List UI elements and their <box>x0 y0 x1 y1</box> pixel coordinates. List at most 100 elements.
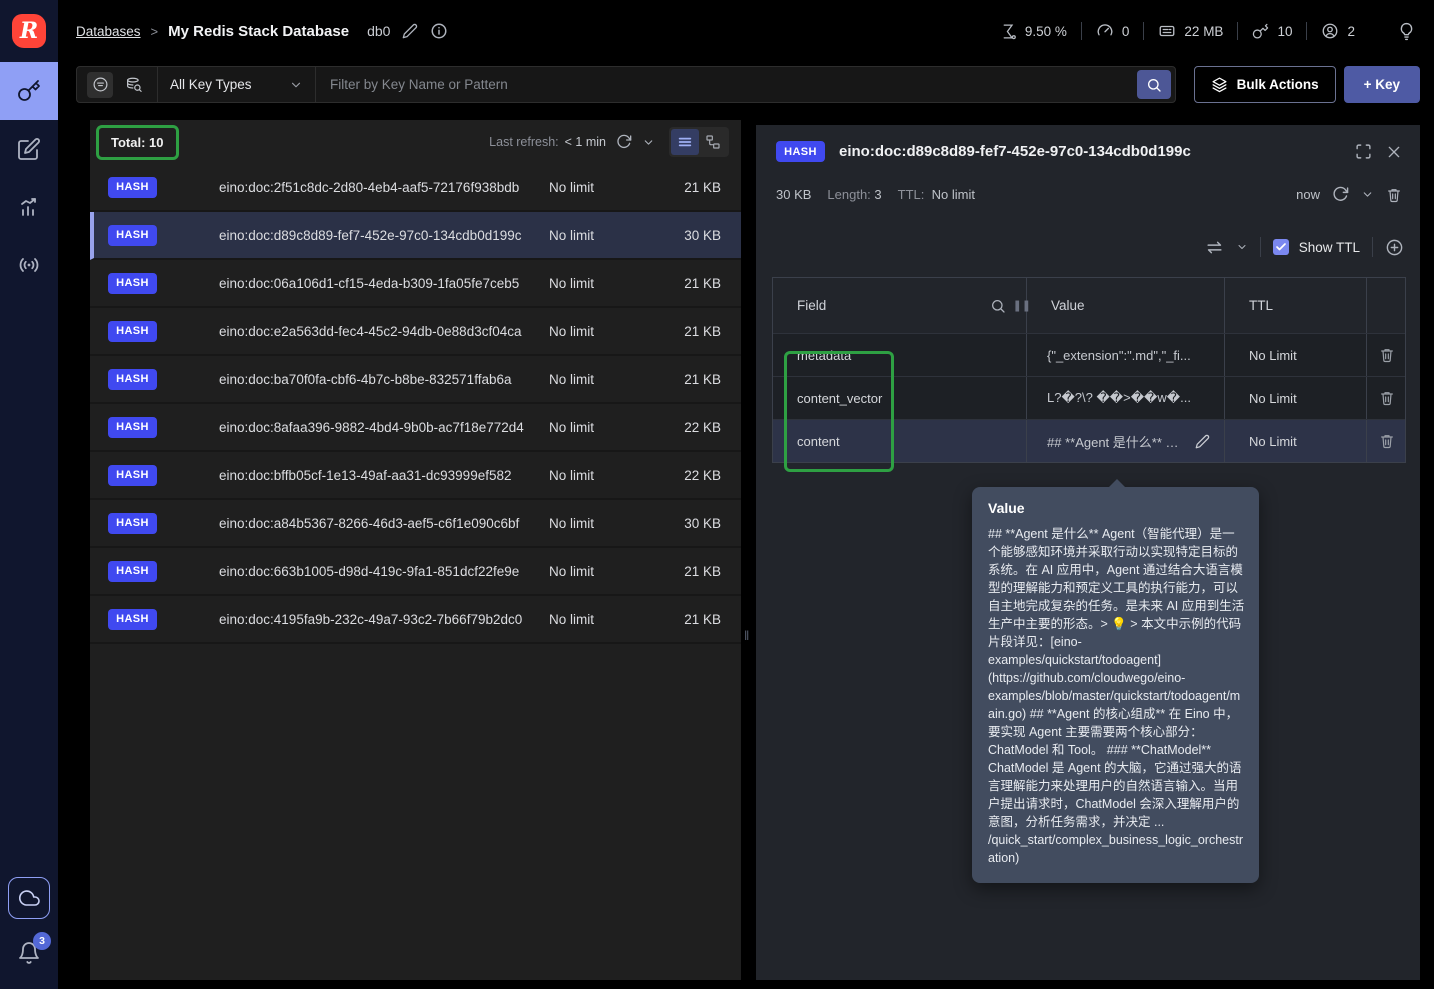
key-search-input[interactable] <box>316 67 1137 102</box>
show-ttl-checkbox[interactable] <box>1272 239 1289 255</box>
refresh-icon <box>1332 186 1349 203</box>
key-type-badge: HASH <box>108 464 157 486</box>
plus-circle-icon <box>1385 238 1404 257</box>
delete-field-button[interactable] <box>1367 420 1407 462</box>
refresh-keys-button[interactable] <box>616 134 632 150</box>
db-stats: 9.50 % 0 22 MB 10 2 <box>1000 22 1416 41</box>
key-ttl: No limit <box>549 467 595 483</box>
trash-icon <box>1379 347 1395 363</box>
key-list-row[interactable]: HASH eino:doc:663b1005-d98d-419c-9fa1-851… <box>90 548 741 596</box>
sidebar-item-analytics[interactable] <box>0 178 58 236</box>
key-list-row[interactable]: HASH eino:doc:e2a563dd-fec4-45c2-94db-0e8… <box>90 308 741 356</box>
key-list-rows: HASH eino:doc:2f51c8dc-2d80-4eb4-aaf5-721… <box>90 164 741 644</box>
edit-square-icon <box>17 137 41 161</box>
edit-value-button[interactable] <box>1195 434 1210 449</box>
apply-search-button[interactable] <box>1136 70 1171 99</box>
close-details-button[interactable] <box>1386 144 1402 160</box>
search-icon <box>1146 77 1162 93</box>
key-ttl: No limit <box>549 515 595 531</box>
key-length: Length: 3 <box>827 187 882 202</box>
refresh-settings-button[interactable] <box>642 136 655 149</box>
top-header: Databases > My Redis Stack Database db0 … <box>58 0 1434 62</box>
sidebar-item-workbench[interactable] <box>0 120 58 178</box>
filter-row: All Key Types Bulk Actions + Key <box>76 66 1420 103</box>
fullscreen-icon <box>1355 143 1372 160</box>
edit-db-alias-button[interactable] <box>402 23 418 39</box>
details-key-name: eino:doc:d89c8d89-fef7-452e-97c0-134cdb0… <box>839 143 1191 160</box>
key-type-select[interactable]: All Key Types <box>158 67 316 102</box>
refresh-icon <box>616 134 632 150</box>
key-size: 21 KB <box>684 611 721 627</box>
formatter-select[interactable] <box>1205 238 1224 257</box>
chevron-down-icon[interactable] <box>1236 241 1248 253</box>
delete-field-button[interactable] <box>1367 377 1407 419</box>
field-value[interactable]: ## **Agent 是什么** A... <box>1027 420 1225 462</box>
field-name: content <box>773 420 1027 462</box>
filter-mode-button[interactable] <box>87 71 113 98</box>
info-icon <box>430 22 448 40</box>
key-name: eino:doc:e2a563dd-fec4-45c2-94db-0e88d3c… <box>219 323 522 339</box>
stat-divider <box>1237 22 1239 40</box>
insights-button[interactable] <box>1397 22 1416 41</box>
key-ttl[interactable]: TTL: No limit <box>898 187 975 202</box>
value-tooltip: Value ## **Agent 是什么** Agent（智能代理）是一个能够感… <box>972 479 1259 883</box>
field-row[interactable]: content ## **Agent 是什么** A... No Limit <box>773 419 1405 462</box>
column-value-label: Value <box>1051 298 1085 313</box>
tree-view-button[interactable] <box>699 129 727 155</box>
key-list-panel: Total: 10 Last refresh: < 1 min HASH ein… <box>90 120 741 980</box>
refresh-key-button[interactable] <box>1332 186 1349 203</box>
auto-refresh-config-button[interactable] <box>1361 188 1374 201</box>
add-key-button[interactable]: + Key <box>1343 66 1420 103</box>
bulk-actions-button[interactable]: Bulk Actions <box>1193 66 1336 103</box>
details-header: HASH eino:doc:d89c8d89-fef7-452e-97c0-13… <box>756 125 1420 162</box>
field-value[interactable]: {"_extension":".md","_fi... <box>1027 334 1225 376</box>
fields-table: Field ❚❚ Value TTL metadata {"_extension"… <box>772 277 1406 463</box>
key-list-row[interactable]: HASH eino:doc:a84b5367-8266-46d3-aef5-c6f… <box>90 500 741 548</box>
key-list-row[interactable]: HASH eino:doc:8afaa396-9882-4bd4-9b0b-ac7… <box>90 404 741 452</box>
key-list-row[interactable]: HASH eino:doc:4195fa9b-232c-49a7-93c2-7b6… <box>90 596 741 644</box>
db-info-button[interactable] <box>430 22 448 40</box>
search-history-button[interactable] <box>121 72 147 98</box>
show-ttl-label[interactable]: Show TTL <box>1299 240 1360 255</box>
key-size: 21 KB <box>684 323 721 339</box>
key-list-row[interactable]: HASH eino:doc:ba70f0fa-cbf6-4b7c-b8be-832… <box>90 356 741 404</box>
key-list-row[interactable]: HASH eino:doc:2f51c8dc-2d80-4eb4-aaf5-721… <box>90 164 741 212</box>
sidebar-item-browser[interactable] <box>0 62 58 120</box>
trash-icon <box>1379 390 1395 406</box>
key-type-badge: HASH <box>108 272 157 294</box>
app-sidebar: R 3 <box>0 0 58 989</box>
redis-logo[interactable]: R <box>0 0 58 62</box>
delete-field-button[interactable] <box>1367 334 1407 376</box>
fullscreen-button[interactable] <box>1355 143 1372 160</box>
cloud-button[interactable] <box>8 877 50 919</box>
column-resize-handle[interactable]: ❚❚ <box>1013 299 1031 312</box>
column-field-label: Field <box>797 298 827 313</box>
key-list-header: Total: 10 Last refresh: < 1 min <box>90 120 741 164</box>
key-list-row[interactable]: HASH eino:doc:d89c8d89-fef7-452e-97c0-134… <box>90 212 741 260</box>
panel-gutter[interactable]: ‖ <box>741 104 756 989</box>
field-row[interactable]: metadata {"_extension":".md","_fi... No Li… <box>773 333 1405 376</box>
delete-key-button[interactable] <box>1386 187 1402 203</box>
key-ttl: No limit <box>549 611 595 627</box>
swap-arrows-icon <box>1205 238 1224 257</box>
key-ttl: No limit <box>549 419 595 435</box>
field-value[interactable]: L?�?\? ��>��w�... <box>1027 377 1225 419</box>
sidebar-item-pubsub[interactable] <box>0 236 58 294</box>
key-size-value: 30 KB <box>776 187 812 202</box>
list-view-button[interactable] <box>671 129 699 155</box>
commands-stat: 0 <box>1096 22 1129 40</box>
page-title: My Redis Stack Database <box>168 22 350 40</box>
key-list-row[interactable]: HASH eino:doc:06a106d1-cf15-4eda-b309-1fa… <box>90 260 741 308</box>
key-name: eino:doc:06a106d1-cf15-4eda-b309-1fa05fe… <box>219 275 520 291</box>
key-size: 22 KB <box>684 467 721 483</box>
key-list-row[interactable]: HASH eino:doc:bffb05cf-1e13-49af-aa31-dc9… <box>90 452 741 500</box>
cpu-icon <box>1000 23 1017 40</box>
key-name: eino:doc:2f51c8dc-2d80-4eb4-aaf5-72176f9… <box>219 179 520 195</box>
notifications-button[interactable]: 3 <box>17 932 51 965</box>
field-row[interactable]: content_vector L?�?\? ��>��w�... No Limit <box>773 376 1405 419</box>
search-fields-button[interactable] <box>990 298 1006 314</box>
add-field-button[interactable] <box>1385 238 1404 257</box>
breadcrumb-databases-link[interactable]: Databases <box>76 24 141 39</box>
last-refresh-value: < 1 min <box>564 135 606 149</box>
stat-divider <box>1080 22 1082 40</box>
